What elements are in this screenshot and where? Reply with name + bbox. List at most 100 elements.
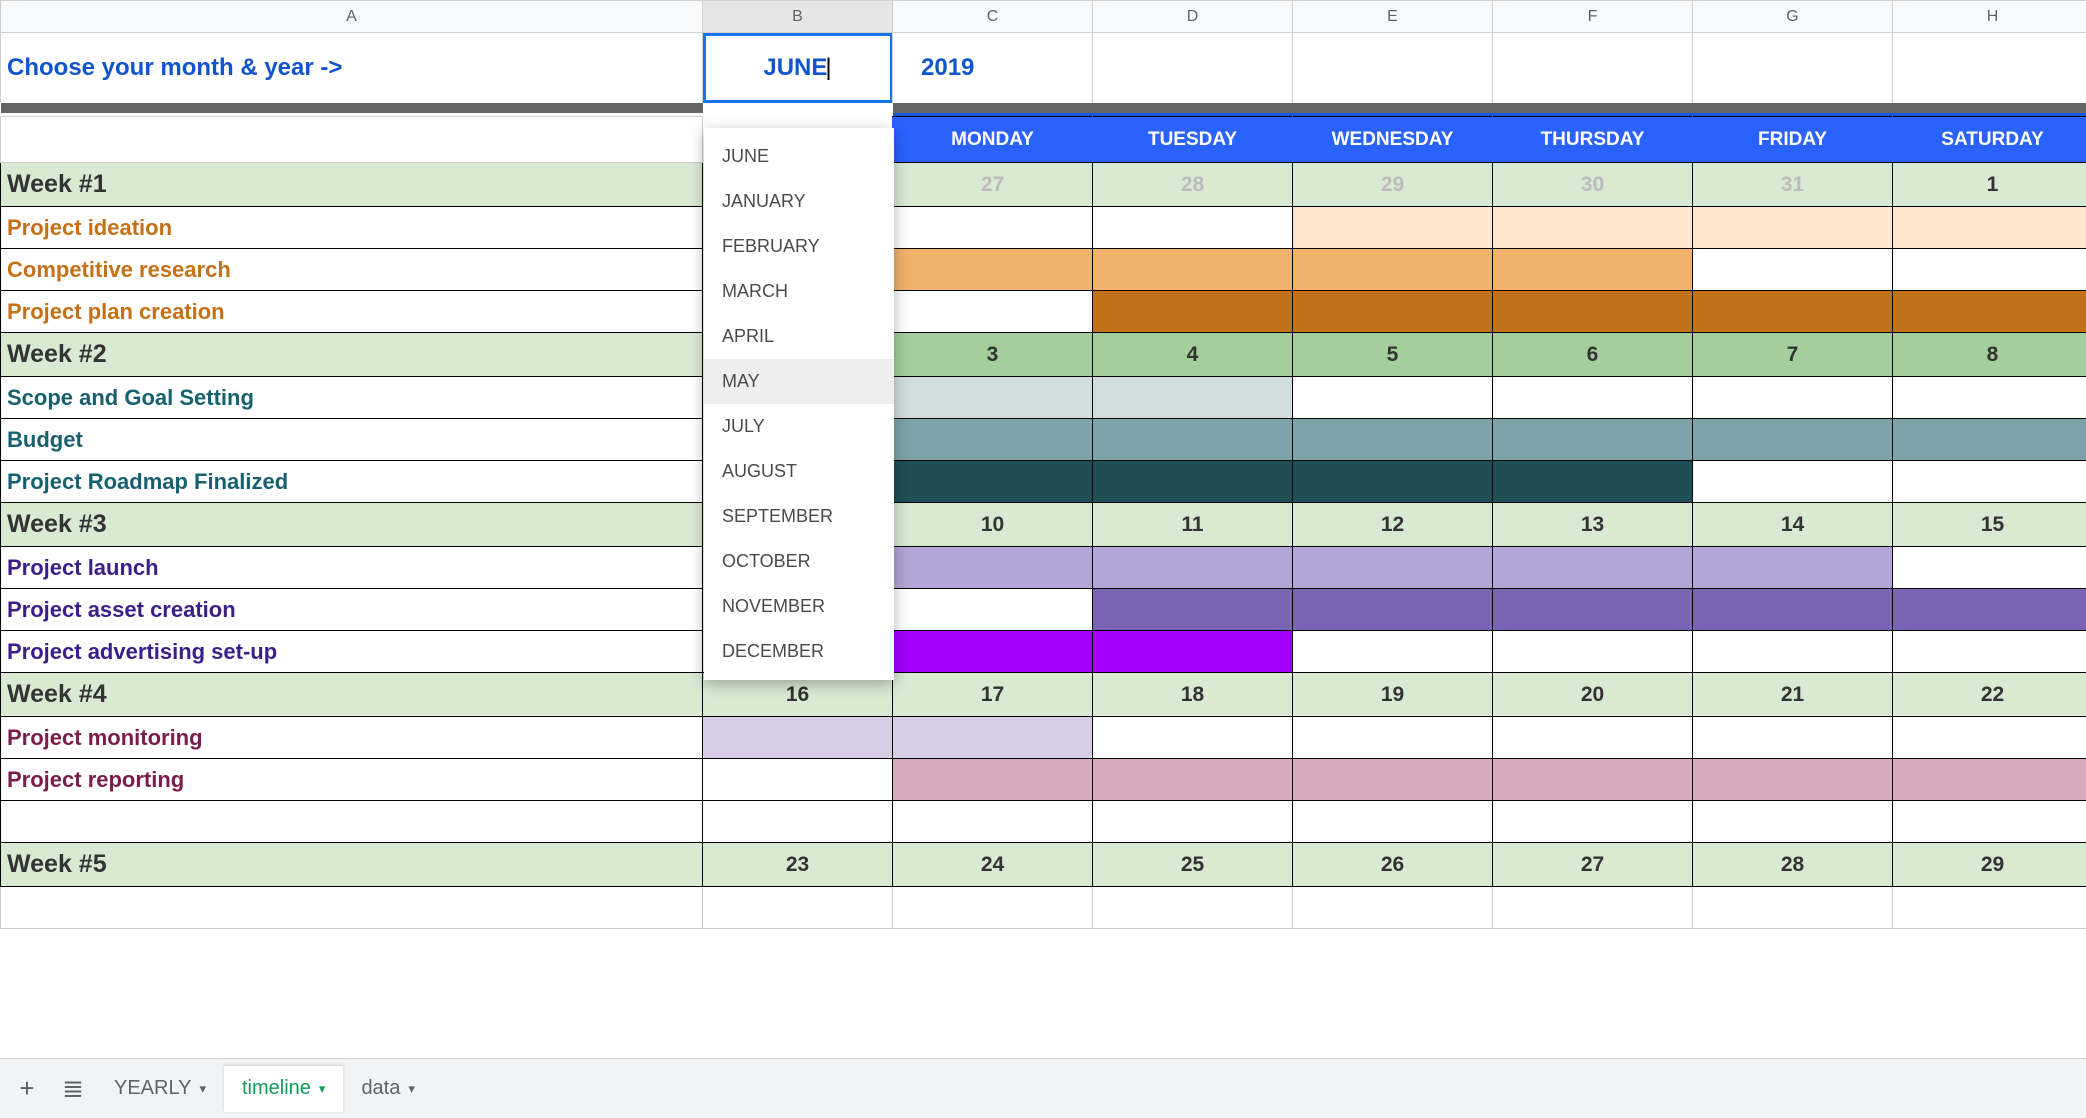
gantt-cell[interactable] xyxy=(703,759,893,801)
date-cell[interactable]: 23 xyxy=(703,843,893,887)
dropdown-item[interactable]: NOVEMBER xyxy=(704,584,894,629)
date-cell[interactable]: 14 xyxy=(1693,503,1893,547)
sheet-tab-timeline[interactable]: timeline▾ xyxy=(224,1066,343,1112)
cell[interactable] xyxy=(1693,33,1893,103)
gantt-cell[interactable] xyxy=(1493,377,1693,419)
date-cell[interactable]: 25 xyxy=(1093,843,1293,887)
cell[interactable] xyxy=(703,887,893,929)
gantt-cell[interactable] xyxy=(893,207,1093,249)
month-cell[interactable]: JUNE| xyxy=(703,33,893,103)
gantt-cell[interactable] xyxy=(1093,759,1293,801)
cell[interactable] xyxy=(893,887,1093,929)
gantt-cell[interactable] xyxy=(1093,547,1293,589)
gantt-cell[interactable] xyxy=(1693,589,1893,631)
gantt-cell[interactable] xyxy=(1893,631,2086,673)
date-cell[interactable]: 4 xyxy=(1093,333,1293,377)
gantt-cell[interactable] xyxy=(1693,419,1893,461)
gantt-cell[interactable] xyxy=(893,377,1093,419)
gantt-cell[interactable] xyxy=(1293,589,1493,631)
date-cell[interactable]: 30 xyxy=(1493,163,1693,207)
dropdown-item[interactable]: JULY xyxy=(704,404,894,449)
gantt-cell[interactable] xyxy=(1293,291,1493,333)
date-cell[interactable]: 5 xyxy=(1293,333,1493,377)
date-cell[interactable]: 28 xyxy=(1093,163,1293,207)
gantt-cell[interactable] xyxy=(893,291,1093,333)
cell[interactable] xyxy=(1693,887,1893,929)
gantt-cell[interactable] xyxy=(893,589,1093,631)
date-cell[interactable]: 15 xyxy=(1893,503,2086,547)
chevron-down-icon[interactable]: ▾ xyxy=(319,1081,326,1097)
gantt-cell[interactable] xyxy=(1093,461,1293,503)
gantt-cell[interactable] xyxy=(1693,631,1893,673)
gantt-cell[interactable] xyxy=(1093,419,1293,461)
date-cell[interactable]: 18 xyxy=(1093,673,1293,717)
gantt-cell[interactable] xyxy=(1693,291,1893,333)
cell[interactable] xyxy=(1093,887,1293,929)
date-cell[interactable]: 26 xyxy=(1293,843,1493,887)
date-cell[interactable]: 24 xyxy=(893,843,1093,887)
date-cell[interactable]: 8 xyxy=(1893,333,2086,377)
gantt-cell[interactable] xyxy=(1493,631,1693,673)
date-cell[interactable]: 27 xyxy=(1493,843,1693,887)
gantt-cell[interactable] xyxy=(1493,589,1693,631)
gantt-cell[interactable] xyxy=(1293,547,1493,589)
cell[interactable] xyxy=(1,887,703,929)
date-cell[interactable]: 7 xyxy=(1693,333,1893,377)
gantt-cell[interactable] xyxy=(1093,717,1293,759)
date-cell[interactable]: 12 xyxy=(1293,503,1493,547)
gantt-cell[interactable] xyxy=(1493,207,1693,249)
gantt-cell[interactable] xyxy=(1093,631,1293,673)
date-cell[interactable]: 27 xyxy=(893,163,1093,207)
gantt-cell[interactable] xyxy=(1493,547,1693,589)
date-cell[interactable]: 29 xyxy=(1893,843,2086,887)
date-cell[interactable]: 20 xyxy=(1493,673,1693,717)
cell[interactable] xyxy=(1493,33,1693,103)
gantt-cell[interactable] xyxy=(1293,717,1493,759)
cell[interactable] xyxy=(1693,801,1893,843)
date-cell[interactable]: 3 xyxy=(893,333,1093,377)
chevron-down-icon[interactable]: ▾ xyxy=(408,1081,415,1097)
gantt-cell[interactable] xyxy=(1093,589,1293,631)
date-cell[interactable]: 13 xyxy=(1493,503,1693,547)
gantt-cell[interactable] xyxy=(1893,589,2086,631)
gantt-cell[interactable] xyxy=(1093,291,1293,333)
gantt-cell[interactable] xyxy=(1293,419,1493,461)
dropdown-item[interactable]: MARCH xyxy=(704,269,894,314)
gantt-cell[interactable] xyxy=(1293,759,1493,801)
cell[interactable] xyxy=(1093,801,1293,843)
all-sheets-button[interactable]: ≣ xyxy=(50,1066,96,1112)
cell[interactable] xyxy=(1293,801,1493,843)
gantt-cell[interactable] xyxy=(1293,631,1493,673)
month-dropdown-panel[interactable]: JUNEJANUARYFEBRUARYMARCHAPRILMAYJULYAUGU… xyxy=(704,128,894,680)
column-header-D[interactable]: D xyxy=(1093,1,1293,33)
gantt-cell[interactable] xyxy=(1293,377,1493,419)
gantt-cell[interactable] xyxy=(1693,547,1893,589)
column-header-E[interactable]: E xyxy=(1293,1,1493,33)
gantt-cell[interactable] xyxy=(893,759,1093,801)
column-header-C[interactable]: C xyxy=(893,1,1093,33)
sheet-tab-data[interactable]: data▾ xyxy=(343,1066,432,1112)
gantt-cell[interactable] xyxy=(1093,249,1293,291)
dropdown-item[interactable]: JANUARY xyxy=(704,179,894,224)
gantt-cell[interactable] xyxy=(893,461,1093,503)
gantt-cell[interactable] xyxy=(893,547,1093,589)
gantt-cell[interactable] xyxy=(1493,759,1693,801)
gantt-cell[interactable] xyxy=(1693,759,1893,801)
gantt-cell[interactable] xyxy=(1893,207,2086,249)
dropdown-item[interactable]: APRIL xyxy=(704,314,894,359)
column-header-A[interactable]: A xyxy=(1,1,703,33)
gantt-cell[interactable] xyxy=(1693,461,1893,503)
gantt-cell[interactable] xyxy=(893,717,1093,759)
gantt-cell[interactable] xyxy=(1493,249,1693,291)
dropdown-item[interactable]: MAY xyxy=(704,359,894,404)
cell[interactable] xyxy=(1493,887,1693,929)
dropdown-item[interactable]: JUNE xyxy=(704,134,894,179)
dropdown-item[interactable]: FEBRUARY xyxy=(704,224,894,269)
date-cell[interactable]: 28 xyxy=(1693,843,1893,887)
gantt-cell[interactable] xyxy=(1893,377,2086,419)
gantt-cell[interactable] xyxy=(1893,249,2086,291)
cell[interactable] xyxy=(1893,33,2086,103)
gantt-cell[interactable] xyxy=(1493,717,1693,759)
cell[interactable] xyxy=(1293,887,1493,929)
gantt-cell[interactable] xyxy=(1893,419,2086,461)
